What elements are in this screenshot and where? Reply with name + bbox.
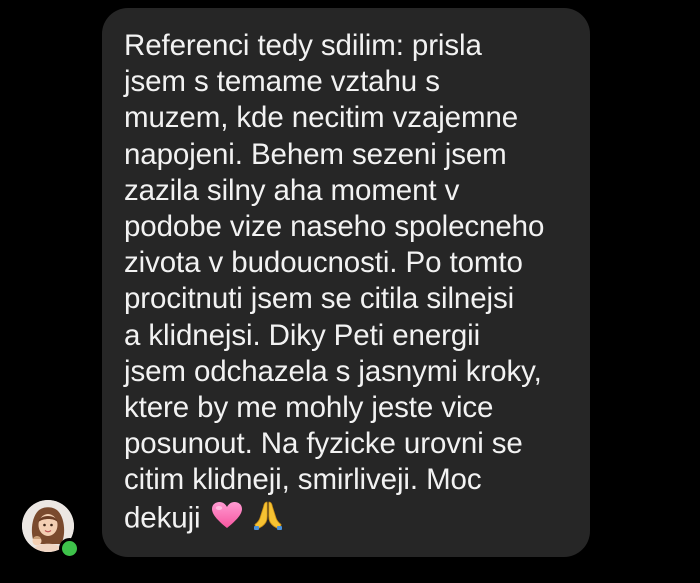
message-line: napojeni. Behem sezeni jsem	[124, 137, 507, 171]
pink-heart-icon	[211, 501, 243, 538]
chat-thread: Referenci tedy sdilim: prisla jsem s tem…	[0, 0, 700, 583]
message-line-last: dekuji	[124, 499, 568, 540]
received-message-bubble[interactable]: Referenci tedy sdilim: prisla jsem s tem…	[102, 8, 590, 557]
message-line: podobe vize naseho spolecneho	[124, 210, 545, 244]
sender-avatar-group[interactable]	[22, 500, 80, 559]
message-line: posunout. Na fyzicke urovni se	[124, 427, 523, 461]
folded-hands-icon	[253, 499, 283, 540]
message-line: citim klidneji, smirliveji. Moc	[124, 463, 482, 497]
message-line: jsem s temame vztahu s	[124, 65, 440, 99]
message-line: zazila silny aha moment v	[124, 173, 460, 207]
message-line: procitnuti jsem se citila silnejsi	[124, 282, 515, 316]
message-line: jsem odchazela s jasnymi kroky,	[124, 354, 542, 388]
message-line: dekuji	[124, 501, 201, 535]
online-status-indicator	[59, 538, 80, 559]
message-line: ktere by me mohly jeste vice	[124, 391, 494, 425]
message-line: muzem, kde necitim vzajemne	[124, 101, 519, 135]
message-line: Referenci tedy sdilim: prisla	[124, 29, 482, 62]
message-text: Referenci tedy sdilim: prisla jsem s tem…	[124, 28, 568, 540]
message-line: zivota v budoucnosti. Po tomto	[124, 246, 523, 280]
message-line: a klidnejsi. Diky Peti energii	[124, 318, 481, 352]
